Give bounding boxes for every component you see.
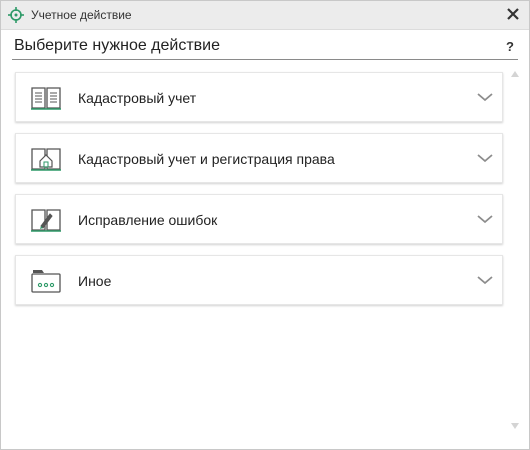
open-book-icon [31, 87, 61, 110]
chevron-down-icon[interactable] [476, 152, 494, 164]
action-item-other[interactable]: Иное [15, 255, 503, 305]
book-house-icon [31, 148, 61, 171]
action-item-error-correction[interactable]: Исправление ошибок [15, 194, 503, 244]
action-item-cadastral[interactable]: Кадастровый учет [15, 72, 503, 122]
help-button[interactable]: ? [506, 39, 514, 54]
action-list: Кадастровый учет Кадастровый учет и реги… [15, 72, 503, 316]
page-title: Выберите нужное действие [14, 37, 221, 54]
crosshair-icon [8, 7, 24, 23]
close-icon[interactable] [505, 6, 521, 22]
title-bar[interactable]: Учетное действие [1, 1, 529, 30]
scroll-up-arrow-icon[interactable] [510, 70, 520, 78]
dialog-window: Учетное действие Выберите нужное действи… [0, 0, 530, 450]
chevron-down-icon[interactable] [476, 91, 494, 103]
chevron-down-icon[interactable] [476, 274, 494, 286]
action-label: Иное [78, 273, 112, 289]
dialog-header: Выберите нужное действие ? [12, 35, 518, 60]
action-item-cadastral-registration[interactable]: Кадастровый учет и регистрация права [15, 133, 503, 183]
folder-dots-icon [31, 270, 61, 293]
window-title: Учетное действие [31, 8, 132, 22]
chevron-down-icon[interactable] [476, 213, 494, 225]
scroll-down-arrow-icon[interactable] [510, 422, 520, 430]
action-label: Кадастровый учет и регистрация права [78, 151, 335, 167]
action-label: Исправление ошибок [78, 212, 218, 228]
action-label: Кадастровый учет [78, 90, 197, 106]
book-pen-icon [31, 209, 61, 232]
